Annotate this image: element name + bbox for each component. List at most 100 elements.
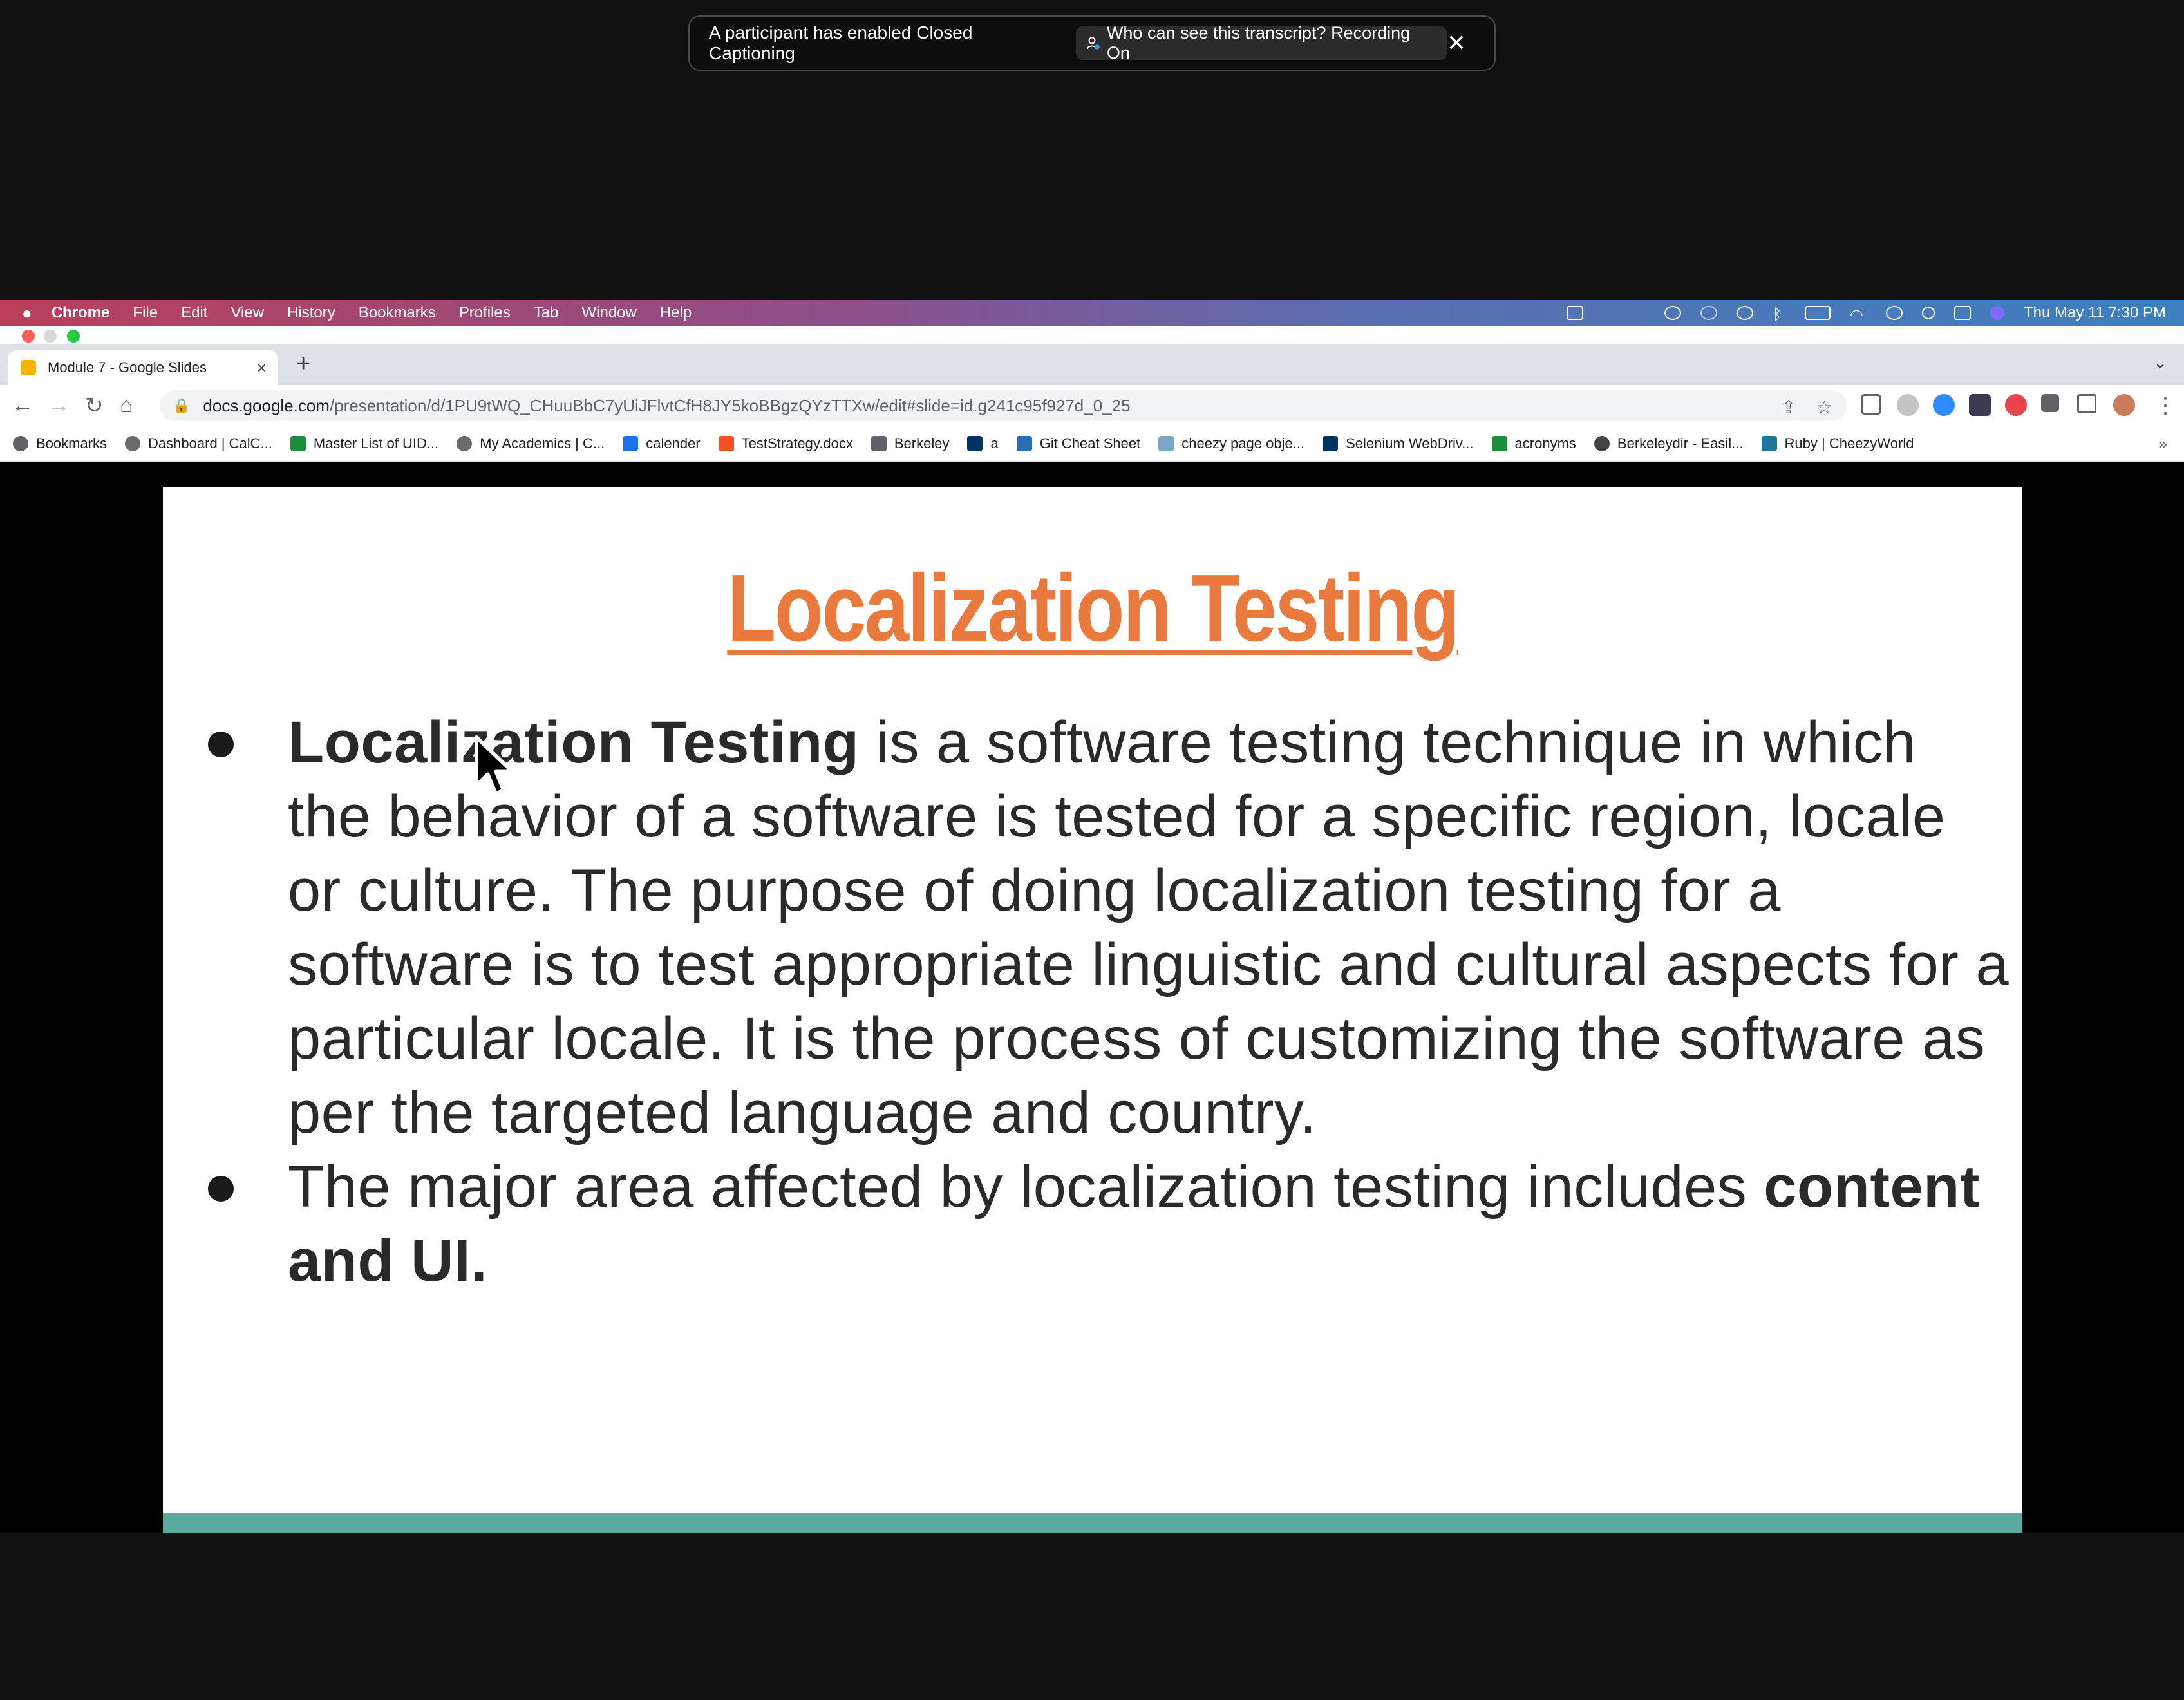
siri-icon[interactable] [1990, 306, 2004, 320]
maximize-window-icon[interactable] [67, 330, 80, 343]
close-tab-icon[interactable]: × [257, 358, 267, 378]
bookmark-label: calender [646, 435, 701, 451]
menu-window[interactable]: Window [581, 304, 636, 322]
screen-share-icon[interactable] [1567, 306, 1583, 320]
avatar[interactable] [2113, 394, 2135, 416]
closed-caption-message: A participant has enabled Closed Caption… [709, 23, 973, 63]
globe-icon[interactable] [1700, 306, 1717, 320]
sheets-icon [1491, 436, 1507, 451]
bookmark-star-icon[interactable]: ☆ [1816, 397, 1832, 417]
cal-icon [967, 436, 983, 451]
chevron-down-icon[interactable]: ⌄ [2153, 353, 2167, 373]
bookmark-label: cheezy page obje... [1181, 435, 1305, 451]
bookmark-item[interactable]: Dashboard | CalC... [125, 435, 272, 452]
menu-profiles[interactable]: Profiles [459, 304, 511, 322]
bullet-bold-term: Localization Testing [288, 710, 860, 775]
extension-red-icon[interactable] [2005, 394, 2027, 416]
battery-icon[interactable] [1805, 306, 1831, 320]
tab-title: Module 7 - Google Slides [48, 359, 207, 375]
browser-toolbar: ← → ↻ ⌂ 🔒 docs.google.com /presentation/… [0, 385, 2184, 426]
menu-view[interactable]: View [231, 304, 264, 322]
menu-tab[interactable]: Tab [534, 304, 559, 322]
bookmark-label: a [990, 435, 999, 451]
home-icon[interactable]: ⌂ [120, 393, 133, 418]
url-path: /presentation/d/1PU9tWQ_CHuuBbC7yUiJFlvt… [329, 395, 1131, 415]
menu-edit[interactable]: Edit [181, 304, 207, 322]
bookmark-item[interactable]: a [967, 435, 999, 452]
close-window-icon[interactable] [22, 330, 35, 343]
bookmark-label: acronyms [1514, 435, 1576, 451]
bookmark-item[interactable]: Git Cheat Sheet [1016, 435, 1140, 452]
star-icon [13, 436, 28, 451]
kebab-menu-icon[interactable]: ⋮ [2154, 393, 2176, 419]
zoom-extension-icon[interactable] [1933, 394, 1955, 416]
extension-gray-icon[interactable] [1897, 394, 1919, 416]
lock-icon[interactable]: 🔒 [173, 397, 190, 414]
bookmark-item[interactable]: My Academics | C... [457, 435, 605, 452]
bookmark-label: Berkeley [894, 435, 950, 451]
bookmark-item[interactable]: Ruby | CheezyWorld [1761, 435, 1914, 452]
presentation-slide: Localization Testing Localization Testin… [163, 487, 2022, 1533]
git-icon [1016, 436, 1032, 451]
c-icon [125, 436, 141, 451]
control-center-icon[interactable] [1954, 306, 1971, 320]
bookmark-item[interactable]: calender [623, 435, 701, 452]
extension-dark-icon[interactable] [1969, 394, 1991, 416]
bookmark-label: Ruby | CheezyWorld [1784, 435, 1914, 451]
closed-caption-banner: A participant has enabled Closed Caption… [688, 15, 1496, 71]
bookmark-item[interactable]: Master List of UID... [290, 435, 438, 452]
bookmark-item[interactable]: Bookmarks [13, 435, 107, 452]
cast-icon[interactable] [1861, 394, 1881, 415]
puzzle-icon[interactable] [2041, 394, 2059, 412]
bluetooth-icon[interactable]: ᛒ [1773, 306, 1785, 323]
window-titlebar [0, 326, 2184, 344]
bookmark-label: Berkeleydir - Easil... [1617, 435, 1744, 451]
mac-menubar: ● Chrome File Edit View History Bookmark… [0, 300, 2184, 326]
tab-module-7[interactable]: Module 7 - Google Slides × [8, 350, 278, 385]
more-bookmarks-icon[interactable]: » [2158, 434, 2167, 454]
slides-icon [21, 360, 36, 375]
transcript-visibility-label: Who can see this transcript? Recording O… [1106, 23, 1411, 62]
bookmark-item[interactable]: Berkeley [871, 435, 950, 452]
transcript-visibility-button[interactable]: Who can see this transcript? Recording O… [1076, 23, 1447, 62]
menu-chrome[interactable]: Chrome [52, 304, 110, 322]
play-icon[interactable] [1737, 306, 1753, 320]
minimize-window-icon[interactable] [44, 330, 57, 343]
reload-icon[interactable]: ↻ [85, 393, 104, 419]
wordpress-icon [1761, 436, 1777, 451]
forward-icon[interactable]: → [48, 393, 70, 418]
bookmark-item[interactable]: Selenium WebDriv... [1323, 435, 1474, 452]
close-icon[interactable]: ✕ [1447, 32, 1466, 55]
menu-history[interactable]: History [287, 304, 335, 322]
bookmark-item[interactable]: TestStrategy.docx [718, 435, 853, 452]
back-icon[interactable]: ← [12, 393, 33, 418]
bookmark-item[interactable]: Berkeleydir - Easil... [1594, 435, 1744, 452]
bookmark-item[interactable]: acronyms [1491, 435, 1576, 452]
bookmark-label: Dashboard | CalC... [148, 435, 272, 451]
bookmark-item[interactable]: cheezy page obje... [1158, 435, 1304, 452]
url-host: docs.google.com [203, 395, 330, 415]
sidebar-icon[interactable] [2077, 394, 2096, 413]
tab-strip: Module 7 - Google Slides × + ⌄ [0, 344, 2184, 385]
bookmark-label: Master List of UID... [313, 435, 439, 451]
menubar-clock[interactable]: Thu May 11 7:30 PM [2024, 304, 2166, 322]
menu-bookmarks[interactable]: Bookmarks [359, 304, 436, 322]
search-icon[interactable] [1922, 307, 1935, 319]
wifi-icon[interactable]: ◠ [1850, 306, 1867, 324]
creative-cloud-icon[interactable] [1664, 306, 1681, 320]
new-tab-icon[interactable]: + [296, 350, 310, 378]
slide-footer-bar [163, 1513, 2022, 1533]
address-bar[interactable]: 🔒 docs.google.com /presentation/d/1PU9tW… [160, 390, 1847, 421]
share-icon[interactable]: ⇪ [1781, 397, 1796, 417]
bullet-text: The major area affected by localization … [288, 1154, 1764, 1220]
user-icon[interactable] [1886, 306, 1903, 320]
apple-icon[interactable]: ● [22, 303, 32, 323]
cal-icon [1323, 436, 1339, 451]
menubar-status-area: ᛒ ◠ Thu May 11 7:30 PM [1567, 304, 2184, 324]
cheezy-icon [1158, 436, 1174, 451]
menu-help[interactable]: Help [660, 304, 692, 322]
menu-file[interactable]: File [133, 304, 158, 322]
slide-title: Localization Testing [727, 555, 1460, 661]
mouse-cursor-icon [475, 735, 514, 796]
shared-screen: ● Chrome File Edit View History Bookmark… [0, 300, 2184, 1533]
